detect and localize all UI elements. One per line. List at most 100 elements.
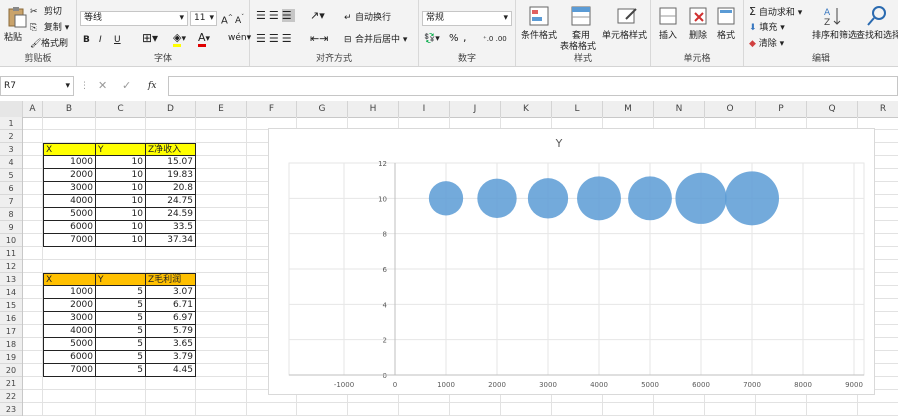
table2-cell[interactable]: 5 bbox=[96, 338, 146, 351]
find-select-button[interactable]: 查找和选择 bbox=[856, 30, 898, 42]
table2-cell[interactable]: 5000 bbox=[43, 338, 96, 351]
row-header-4[interactable]: 4 bbox=[0, 156, 22, 169]
row-header-11[interactable]: 11 bbox=[0, 247, 22, 260]
column-header-M[interactable]: M bbox=[603, 101, 654, 117]
table1-cell[interactable]: 37.34 bbox=[146, 234, 196, 247]
table2-cell[interactable]: 3.79 bbox=[146, 351, 196, 364]
delete-button[interactable]: 删除 bbox=[689, 30, 707, 42]
row-header-23[interactable]: 23 bbox=[0, 403, 22, 416]
table1-cell[interactable]: 10 bbox=[96, 208, 146, 221]
table1-cell[interactable]: 33.5 bbox=[146, 221, 196, 234]
column-header-Q[interactable]: Q bbox=[807, 101, 858, 117]
row-header-20[interactable]: 20 bbox=[0, 364, 22, 377]
column-header-B[interactable]: B bbox=[43, 101, 96, 117]
decimal-icons[interactable]: ⁺.0 .00 bbox=[483, 33, 507, 45]
row-header-21[interactable]: 21 bbox=[0, 377, 22, 390]
copy-button[interactable]: ⎘ 复制 ▾ bbox=[30, 22, 69, 34]
row-header-8[interactable]: 8 bbox=[0, 208, 22, 221]
row-header-7[interactable]: 7 bbox=[0, 195, 22, 208]
table2-cell[interactable]: 3.07 bbox=[146, 286, 196, 299]
table1-cell[interactable]: 19.83 bbox=[146, 169, 196, 182]
table2-cell[interactable]: 3.65 bbox=[146, 338, 196, 351]
table1-header-cell[interactable]: Z净收入 bbox=[146, 143, 196, 156]
insert-function-button[interactable]: fx bbox=[148, 80, 156, 92]
row-header-3[interactable]: 3 bbox=[0, 143, 22, 156]
table2-cell[interactable]: 7000 bbox=[43, 364, 96, 377]
row-header-5[interactable]: 5 bbox=[0, 169, 22, 182]
table2-cell[interactable]: 5 bbox=[96, 286, 146, 299]
table2-cell[interactable]: 6000 bbox=[43, 351, 96, 364]
table1-cell[interactable]: 10 bbox=[96, 221, 146, 234]
table2-header-cell[interactable]: Y bbox=[96, 273, 146, 286]
cell-styles-button[interactable]: 单元格样式 bbox=[602, 30, 647, 42]
table1-cell[interactable]: 7000 bbox=[43, 234, 96, 247]
table2-cell[interactable]: 5 bbox=[96, 364, 146, 377]
table1-cell[interactable]: 2000 bbox=[43, 169, 96, 182]
table2-cell[interactable]: 5 bbox=[96, 325, 146, 338]
column-header-D[interactable]: D bbox=[146, 101, 196, 117]
column-header-E[interactable]: E bbox=[196, 101, 247, 117]
comma-button[interactable]: , bbox=[463, 32, 467, 44]
table1-cell[interactable]: 10 bbox=[96, 182, 146, 195]
underline-button[interactable]: U bbox=[114, 34, 121, 46]
table2-cell[interactable]: 6.97 bbox=[146, 312, 196, 325]
row-header-6[interactable]: 6 bbox=[0, 182, 22, 195]
cut-button[interactable]: ✂ 剪切 bbox=[30, 6, 62, 18]
borders-icon[interactable]: ⊞▾ bbox=[142, 32, 158, 44]
table1-header-cell[interactable]: Y bbox=[96, 143, 146, 156]
column-header-H[interactable]: H bbox=[348, 101, 399, 117]
row-header-1[interactable]: 1 bbox=[0, 117, 22, 130]
table2-cell[interactable]: 5.79 bbox=[146, 325, 196, 338]
row-header-15[interactable]: 15 bbox=[0, 299, 22, 312]
row-header-19[interactable]: 19 bbox=[0, 351, 22, 364]
bubble-chart[interactable]: Y -1000 0 1000 2000 3000 4000 5000 6000 7000 8000 9… bbox=[268, 128, 875, 395]
row-header-13[interactable]: 13 bbox=[0, 273, 22, 286]
table1-cell[interactable]: 10 bbox=[96, 234, 146, 247]
format-button[interactable]: 格式 bbox=[717, 30, 735, 42]
table1-cell[interactable]: 1000 bbox=[43, 156, 96, 169]
row-header-17[interactable]: 17 bbox=[0, 325, 22, 338]
phonetic-icon[interactable]: wén▾ bbox=[228, 32, 251, 44]
column-header-N[interactable]: N bbox=[654, 101, 705, 117]
table1-cell[interactable]: 10 bbox=[96, 169, 146, 182]
table2-cell[interactable]: 3000 bbox=[43, 312, 96, 325]
font-size-select[interactable]: 11 ▾ bbox=[190, 11, 217, 26]
row-header-10[interactable]: 10 bbox=[0, 234, 22, 247]
table1-cell[interactable]: 4000 bbox=[43, 195, 96, 208]
column-header-A[interactable]: A bbox=[23, 101, 43, 117]
autosum-button[interactable]: Σ 自动求和 ▾ bbox=[749, 6, 802, 19]
sort-filter-button[interactable]: 排序和筛选 bbox=[812, 30, 857, 42]
bold-button[interactable]: B bbox=[83, 34, 90, 46]
table1-header-cell[interactable]: X bbox=[43, 143, 96, 156]
paste-button[interactable]: 粘贴 bbox=[4, 32, 22, 44]
table1-cell[interactable]: 24.75 bbox=[146, 195, 196, 208]
number-format-select[interactable]: 常规 ▾ bbox=[422, 11, 512, 26]
row-header-2[interactable]: 2 bbox=[0, 130, 22, 143]
table1-cell[interactable]: 20.8 bbox=[146, 182, 196, 195]
table1-cell[interactable]: 10 bbox=[96, 195, 146, 208]
table2-cell[interactable]: 2000 bbox=[43, 299, 96, 312]
horizontal-align-icons[interactable]: ☰☰☰ bbox=[256, 33, 295, 45]
row-header-12[interactable]: 12 bbox=[0, 260, 22, 273]
table2-header-cell[interactable]: Z毛利润 bbox=[146, 273, 196, 286]
grow-font-button[interactable]: A^ bbox=[221, 12, 233, 27]
column-header-R[interactable]: R bbox=[858, 101, 898, 117]
shrink-font-button[interactable]: Aˇ bbox=[235, 12, 244, 27]
table1-cell[interactable]: 3000 bbox=[43, 182, 96, 195]
column-header-I[interactable]: I bbox=[399, 101, 450, 117]
row-header-22[interactable]: 22 bbox=[0, 390, 22, 403]
name-box[interactable]: R7 ▾ bbox=[0, 76, 74, 96]
clear-button[interactable]: ◆ 清除 ▾ bbox=[749, 38, 784, 50]
formula-input[interactable] bbox=[168, 76, 898, 96]
select-all-corner[interactable] bbox=[0, 101, 23, 117]
table1-cell[interactable]: 10 bbox=[96, 156, 146, 169]
table2-cell[interactable]: 4000 bbox=[43, 325, 96, 338]
table2-cell[interactable]: 5 bbox=[96, 299, 146, 312]
table1-cell[interactable]: 15.07 bbox=[146, 156, 196, 169]
merge-center-button[interactable]: ⊟ 合并后居中 ▾ bbox=[344, 34, 407, 46]
orientation-icon[interactable]: ↗▾ bbox=[310, 10, 325, 22]
column-header-F[interactable]: F bbox=[247, 101, 297, 117]
column-header-O[interactable]: O bbox=[705, 101, 756, 117]
table1-cell[interactable]: 6000 bbox=[43, 221, 96, 234]
row-header-18[interactable]: 18 bbox=[0, 338, 22, 351]
